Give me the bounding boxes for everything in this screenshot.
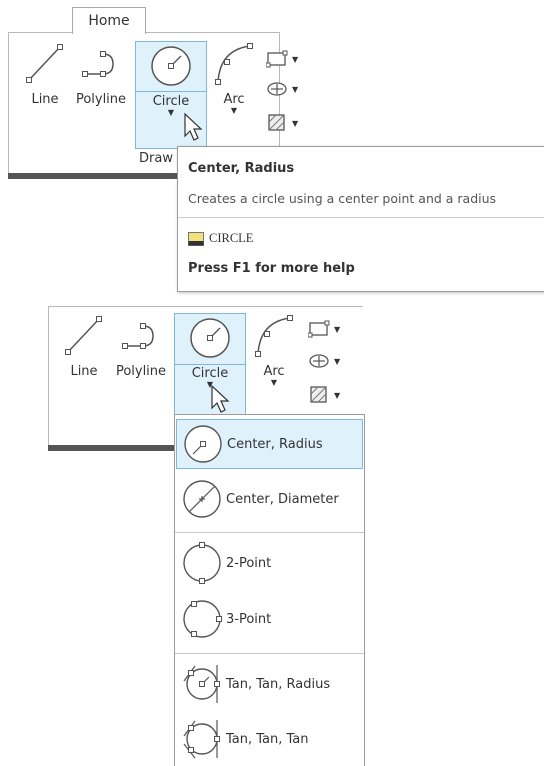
tooltip-command-name: CIRCLE [209, 231, 254, 245]
menu-item-label: Tan, Tan, Tan [226, 731, 309, 747]
menu-separator [175, 532, 364, 533]
boundary-icon [268, 114, 285, 131]
menu-item-label: 3-Point [226, 611, 272, 627]
arc-icon [215, 43, 253, 85]
line-icon [65, 316, 102, 355]
hatch-button-2[interactable]: ▼ [308, 352, 340, 370]
menu-separator [175, 653, 364, 654]
circle-tool-2[interactable]: Circle ▼ [174, 316, 246, 389]
command-icon [188, 231, 204, 246]
menu-item-label: Center, Diameter [226, 491, 339, 507]
rectangle-icon [308, 320, 330, 338]
hatch-icon [309, 354, 329, 368]
arc-label: Arc [263, 364, 285, 379]
hatch-button[interactable]: ▼ [266, 80, 298, 98]
circle-tan-tan-tan-icon [183, 720, 220, 759]
menu-item-center-radius[interactable]: Center, Radius [176, 419, 363, 469]
polyline-label: Polyline [75, 92, 127, 107]
tooltip-title: Center, Radius [188, 161, 295, 176]
line-tool-2[interactable]: Line [58, 312, 110, 379]
boundary-button[interactable]: ▼ [266, 112, 298, 134]
polyline-tool-2[interactable]: Polyline [110, 312, 172, 379]
menu-item-3-point[interactable]: 3-Point [176, 595, 361, 643]
circle-icon [190, 318, 230, 358]
circle-3-point-icon [183, 600, 222, 638]
circle-dropdown-caret[interactable]: ▼ [168, 109, 174, 117]
circle-tool[interactable]: Circle ▼ [135, 44, 207, 117]
mouse-pointer-icon [211, 384, 230, 413]
rectangle-icon [266, 50, 288, 68]
boundary-icon [310, 386, 327, 403]
line-label: Line [31, 92, 59, 107]
rectangle-dropdown-caret[interactable]: ▼ [292, 55, 298, 64]
arc-icon [255, 315, 293, 357]
rectangle-button-2[interactable]: ▼ [308, 320, 340, 338]
polyline-tool[interactable]: Polyline [70, 40, 132, 107]
tooltip-help: Press F1 for more help [188, 261, 355, 276]
line-tool[interactable]: Line [20, 40, 70, 107]
polyline-icon [122, 323, 154, 349]
arc-dropdown-caret[interactable]: ▼ [231, 107, 237, 115]
hatch-icon [267, 82, 287, 96]
circle-label: Circle [191, 366, 229, 381]
circle-dropdown-menu: Center, Radius Center, Diameter 2-Point … [174, 414, 365, 766]
tooltip-description: Creates a circle using a center point an… [188, 191, 497, 206]
rectangle-button[interactable]: ▼ [266, 50, 298, 68]
menu-item-tan-tan-radius[interactable]: Tan, Tan, Radius [176, 660, 361, 708]
menu-item-label: Center, Radius [227, 436, 323, 452]
tooltip-divider [178, 217, 544, 218]
arc-label: Arc [223, 92, 245, 107]
polyline-label: Polyline [115, 364, 167, 379]
circle-tan-tan-radius-icon [183, 665, 220, 703]
menu-item-label: Tan, Tan, Radius [226, 676, 331, 692]
tab-home[interactable]: Home [72, 7, 146, 34]
circle-2-point-icon [183, 542, 221, 584]
mouse-pointer-icon [184, 112, 203, 141]
hatch-dropdown-caret[interactable]: ▼ [292, 85, 298, 94]
menu-item-2-point[interactable]: 2-Point [176, 539, 361, 587]
tooltip-command: CIRCLE [188, 231, 253, 246]
arc-tool[interactable]: Arc ▼ [210, 40, 258, 115]
arc-dropdown-caret[interactable]: ▼ [271, 379, 277, 387]
line-icon [26, 44, 63, 83]
menu-item-center-diameter[interactable]: Center, Diameter [176, 475, 361, 523]
polyline-icon [82, 51, 114, 77]
hatch-dropdown-caret[interactable]: ▼ [334, 357, 340, 366]
circle-label: Circle [152, 94, 190, 109]
line-label: Line [70, 364, 98, 379]
circle-center-radius-icon [184, 425, 222, 463]
boundary-dropdown-caret[interactable]: ▼ [334, 391, 340, 400]
panel-bottom-bar-2 [48, 445, 175, 451]
circle-icon [151, 46, 191, 86]
boundary-dropdown-caret[interactable]: ▼ [292, 119, 298, 128]
rectangle-dropdown-caret[interactable]: ▼ [334, 325, 340, 334]
boundary-button-2[interactable]: ▼ [308, 384, 340, 406]
arc-tool-2[interactable]: Arc ▼ [250, 312, 298, 387]
menu-item-tan-tan-tan[interactable]: Tan, Tan, Tan [176, 715, 361, 763]
circle-center-diameter-icon [183, 480, 221, 518]
circle-tooltip: Center, Radius Creates a circle using a … [177, 146, 544, 292]
draw-panel-title[interactable]: Draw [139, 151, 173, 166]
menu-item-label: 2-Point [226, 555, 272, 571]
